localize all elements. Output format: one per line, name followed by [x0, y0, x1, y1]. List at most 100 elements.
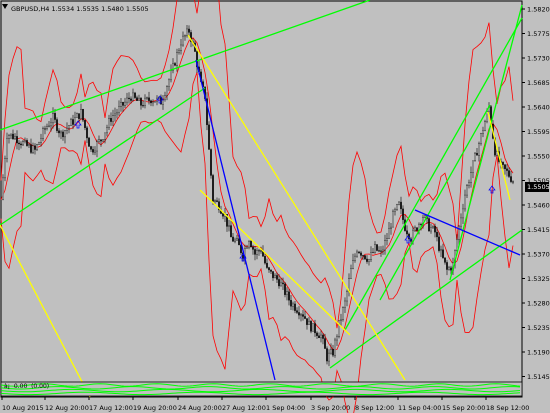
- candle-body: [368, 259, 370, 262]
- candle-body: [100, 139, 102, 142]
- candle-body: [208, 124, 210, 150]
- candle-body: [140, 97, 142, 106]
- candle-body: [364, 255, 366, 260]
- candle-body: [142, 105, 144, 107]
- candle-body: [28, 144, 30, 146]
- candle-body: [502, 161, 504, 165]
- candle-body: [216, 200, 218, 202]
- time-tick-label: 18 Sep 12:00: [486, 404, 529, 412]
- current-price-marker: 1.5505: [525, 182, 550, 192]
- candle-body: [60, 131, 62, 134]
- candle-body: [184, 35, 186, 37]
- candle-body: [484, 121, 486, 132]
- candle-body: [254, 249, 256, 255]
- candle-body: [338, 320, 340, 337]
- indicator-label: à¡ 0.00 (0.00): [4, 383, 50, 390]
- candle-body: [270, 269, 272, 272]
- candle-body: [334, 339, 336, 356]
- candle-body: [370, 252, 372, 260]
- candle-body: [294, 303, 296, 311]
- candle-body: [354, 255, 356, 261]
- candle-body: [22, 141, 24, 146]
- chart-window[interactable]: 1.5820 1.5775 1.5730 1.5685 1.5640 1.5595 1.55…: [0, 0, 550, 413]
- candle-body: [436, 231, 438, 238]
- candle-body: [392, 210, 394, 228]
- candle-body: [272, 271, 274, 279]
- candle-body: [250, 240, 252, 248]
- candle-body: [428, 218, 430, 232]
- candle-body: [90, 146, 92, 150]
- candle-body: [366, 258, 368, 262]
- candle-body: [486, 111, 488, 122]
- candle-body: [38, 142, 40, 145]
- candle-body: [312, 323, 314, 332]
- candle-body: [318, 335, 320, 339]
- candle-body: [64, 130, 66, 138]
- candle-body: [32, 145, 34, 153]
- candle-body: [128, 97, 130, 100]
- price-tick-label: 1.5685: [527, 79, 550, 87]
- candle-body: [74, 117, 76, 125]
- candle-body: [42, 128, 44, 139]
- candle-body: [114, 113, 116, 116]
- candle-body: [378, 250, 380, 252]
- candle-body: [284, 283, 286, 295]
- time-tick-label: 8 Sep 12:00: [355, 404, 394, 412]
- candle-body: [16, 136, 18, 144]
- candle-body: [358, 251, 360, 254]
- candle-body: [508, 170, 510, 177]
- candle-body: [376, 244, 378, 251]
- candle-body: [230, 225, 232, 238]
- price-chart[interactable]: 1.5820 1.5775 1.5730 1.5685 1.5640 1.5595 1.55…: [0, 0, 550, 413]
- chart-menu-arrow-icon[interactable]: [2, 4, 8, 9]
- candle-body: [470, 172, 472, 184]
- candle-body: [14, 136, 16, 140]
- candle-body: [94, 150, 96, 153]
- candle-body: [432, 226, 434, 229]
- price-tick-label: 1.5640: [527, 104, 550, 112]
- candle-body: [182, 35, 184, 46]
- candle-body: [146, 97, 148, 99]
- candle-body: [132, 92, 134, 101]
- candle-body: [466, 185, 468, 196]
- candle-body: [58, 130, 60, 134]
- candle-body: [482, 130, 484, 134]
- candle-body: [36, 144, 38, 150]
- price-tick-label: 1.5190: [527, 349, 550, 357]
- candle-body: [68, 125, 70, 129]
- candle-body: [512, 181, 514, 183]
- candle-body: [506, 168, 508, 171]
- candle-body: [478, 143, 480, 156]
- candle-body: [424, 215, 426, 218]
- candle-body: [154, 101, 156, 103]
- candle-body: [108, 118, 110, 128]
- candle-body: [398, 201, 400, 205]
- candle-body: [324, 338, 326, 349]
- candle-body: [116, 111, 118, 115]
- candle-body: [276, 275, 278, 280]
- candle-body: [316, 332, 318, 336]
- candle-body: [260, 250, 262, 252]
- candle-body: [210, 149, 212, 176]
- candle-body: [328, 352, 330, 362]
- candle-body: [110, 118, 112, 122]
- candle-body: [444, 257, 446, 263]
- candle-body: [98, 139, 100, 142]
- candle-body: [10, 133, 12, 136]
- price-tick-label: 1.5550: [527, 153, 550, 161]
- candle-body: [298, 312, 300, 316]
- candle-body: [214, 200, 216, 202]
- candle-body: [34, 145, 36, 150]
- candle-body: [322, 334, 324, 339]
- candle-body: [70, 119, 72, 127]
- candle-body: [102, 139, 104, 142]
- candle-body: [472, 160, 474, 173]
- candle-body: [332, 349, 334, 356]
- candle-body: [356, 251, 358, 257]
- candle-body: [456, 239, 458, 251]
- candle-body: [120, 101, 122, 107]
- time-tick-label: 24 Aug 20:00: [178, 404, 222, 412]
- candle-body: [106, 126, 108, 134]
- candle-body: [92, 149, 94, 153]
- time-tick-label: 10 Aug 2015: [2, 404, 44, 412]
